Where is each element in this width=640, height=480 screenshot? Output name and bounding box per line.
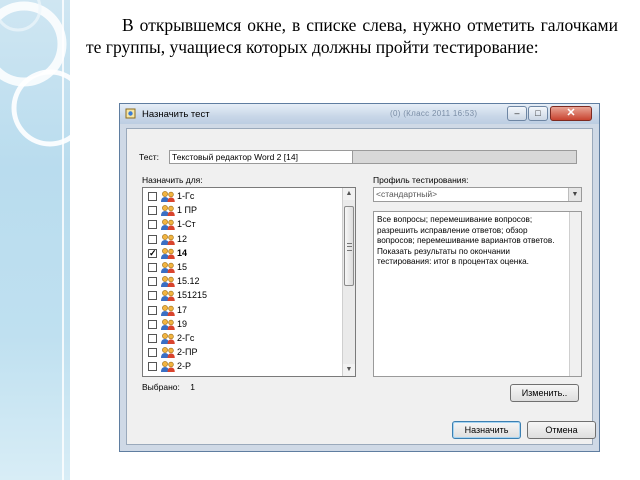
group-label: 151215 (177, 290, 208, 301)
window-title-extra: (0) (Класс 2011 16:53) (390, 109, 478, 118)
selected-count: 1 (190, 382, 195, 392)
users-group-icon (161, 219, 175, 231)
assign-test-window: Назначить тест (0) (Класс 2011 16:53) – … (119, 103, 600, 452)
group-label: 2-ПР (177, 347, 198, 358)
group-label: 15.12 (177, 276, 200, 287)
group-list-item[interactable]: 15 (146, 261, 336, 275)
group-list-item[interactable]: 19 (146, 318, 336, 332)
group-list-item[interactable]: 12 (146, 233, 336, 247)
checkbox[interactable] (148, 334, 157, 343)
users-group-icon (161, 304, 175, 316)
users-group-icon (161, 247, 175, 259)
group-label: 14 (177, 247, 188, 258)
checkbox[interactable] (148, 291, 157, 301)
assign-for-label: Назначить для: (142, 175, 203, 185)
group-label: 2-Р (177, 361, 192, 372)
decorative-side-band (0, 0, 70, 480)
group-list-item[interactable]: 2-Р (146, 360, 336, 374)
groups-scrollbar[interactable]: ▲ ▼ (342, 188, 355, 376)
slide-instruction-text: В открывшемся окне, в списке слева, нужн… (86, 15, 618, 57)
checkbox[interactable] (148, 234, 157, 244)
profile-label: Профиль тестирования: (373, 175, 469, 185)
selected-count-area: Выбрано: 1 (142, 382, 195, 392)
profile-dropdown[interactable]: <стандартный> ▼ (373, 187, 582, 202)
group-list-item[interactable]: 1-Гс (146, 190, 336, 204)
checkbox[interactable] (148, 362, 157, 372)
dialog-client-area: Тест: Текстовый редактор Word 2 [14] Наз… (126, 128, 596, 445)
close-button[interactable]: ✕ (550, 106, 592, 121)
test-name-field[interactable]: Текстовый редактор Word 2 [14] (169, 150, 353, 164)
group-label: 19 (177, 318, 188, 329)
test-label: Тест: (139, 152, 159, 162)
group-list-item[interactable]: 151215 (146, 289, 336, 303)
groups-listbox[interactable]: 1-Гс 1 ПР 1-Ст 12 ✓ 14 15 15.12 151215 17 19 2-Гс 2-… (142, 187, 356, 377)
users-group-icon (161, 276, 175, 288)
group-list-item[interactable]: 17 (146, 304, 336, 318)
title-bar[interactable]: Назначить тест (0) (Класс 2011 16:53) – … (120, 104, 599, 124)
chevron-down-icon[interactable]: ▼ (568, 188, 581, 201)
users-group-icon (161, 191, 175, 202)
decorative-rings (0, 0, 70, 147)
checkbox-checked[interactable]: ✓ (148, 248, 157, 258)
checkbox[interactable] (148, 192, 157, 201)
assign-button[interactable]: Назначить (452, 421, 521, 439)
change-button[interactable]: Изменить.. (510, 384, 579, 402)
scroll-down-arrow-icon[interactable]: ▼ (343, 364, 355, 376)
group-label: 12 (177, 233, 188, 244)
users-group-icon (161, 333, 175, 344)
decorative-line (62, 0, 64, 480)
group-list-item[interactable]: 2-ПР (146, 346, 336, 360)
checkbox[interactable] (148, 220, 157, 230)
scroll-up-arrow-icon[interactable]: ▲ (343, 188, 355, 200)
checkbox[interactable] (148, 348, 157, 358)
description-scrollbar[interactable] (569, 212, 581, 376)
group-list-item[interactable]: 15.12 (146, 275, 336, 289)
users-group-icon (161, 318, 175, 330)
group-label: 1 ПР (177, 205, 197, 216)
profile-description-text: Все вопросы; перемешивание вопросов; раз… (377, 215, 555, 266)
group-label: 1-Гс (177, 191, 195, 201)
profile-dropdown-value: <стандартный> (376, 189, 438, 199)
users-group-icon (161, 205, 175, 217)
group-label: 1-Ст (177, 219, 196, 230)
group-label: 15 (177, 262, 188, 272)
window-title: Назначить тест (142, 109, 210, 120)
checkbox[interactable] (148, 206, 157, 216)
checkbox[interactable] (148, 319, 157, 329)
test-field-tail (351, 150, 577, 164)
minimize-button[interactable]: – (507, 106, 527, 121)
cancel-button[interactable]: Отмена (527, 421, 596, 439)
group-label: 2-Гс (177, 333, 195, 343)
checkbox[interactable] (148, 263, 157, 272)
checkbox[interactable] (148, 305, 157, 315)
grip-icon (347, 243, 352, 251)
group-label: 17 (177, 304, 188, 315)
users-group-icon (161, 233, 175, 245)
app-icon (125, 108, 136, 119)
users-group-icon (161, 262, 175, 273)
scrollbar-thumb[interactable] (344, 206, 354, 286)
users-group-icon (161, 347, 175, 359)
users-group-icon (161, 361, 175, 373)
group-list-item[interactable]: 1-Ст (146, 218, 336, 232)
group-list-item[interactable]: ✓ 14 (146, 247, 336, 261)
group-list-item[interactable]: 1 ПР (146, 204, 336, 218)
selected-label: Выбрано: (142, 382, 180, 392)
group-list-item[interactable]: 2-Гс (146, 332, 336, 346)
profile-description-box: Все вопросы; перемешивание вопросов; раз… (373, 211, 582, 377)
users-group-icon (161, 290, 175, 302)
checkbox[interactable] (148, 277, 157, 287)
maximize-button[interactable]: □ (528, 106, 548, 121)
